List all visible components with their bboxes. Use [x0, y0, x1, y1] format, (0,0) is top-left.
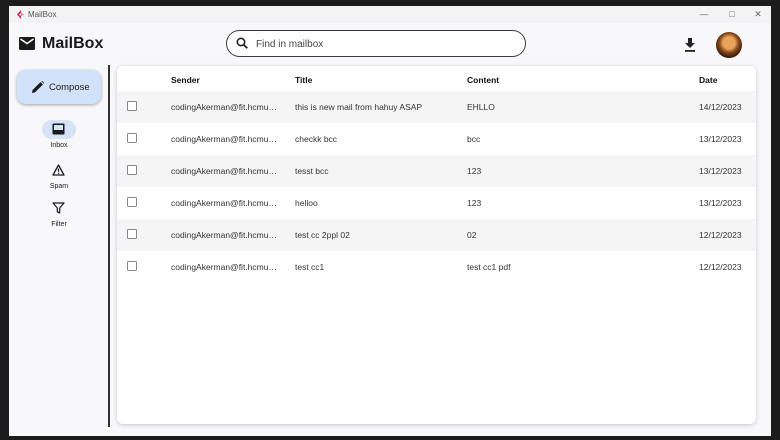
- row-checkbox[interactable]: [127, 165, 137, 175]
- search-bar[interactable]: [226, 30, 526, 57]
- mail-list: codingAkerman@fit.hcmu… this is new mail…: [117, 91, 756, 283]
- cell-title: tesst bcc: [295, 166, 329, 176]
- user-avatar[interactable]: [716, 32, 742, 58]
- sidebar-item-spam[interactable]: Spam: [34, 161, 84, 190]
- cell-date: 12/12/2023: [699, 230, 742, 240]
- window-title: MailBox: [28, 10, 57, 19]
- cell-sender: codingAkerman@fit.hcmu…: [171, 102, 277, 112]
- cell-sender: codingAkerman@fit.hcmu…: [171, 198, 277, 208]
- app-header: MailBox: [9, 23, 771, 68]
- cell-content: bcc: [467, 134, 481, 144]
- app-window: MailBox — □ ✕ MailBox C: [9, 6, 771, 436]
- minimize-button[interactable]: —: [691, 6, 717, 23]
- cell-title: test cc 2ppl 02: [295, 230, 350, 240]
- app-logo-icon: [17, 10, 24, 19]
- filter-pill: [42, 199, 76, 218]
- cell-sender: codingAkerman@fit.hcmu…: [171, 262, 277, 272]
- cell-date: 13/12/2023: [699, 166, 742, 176]
- sidebar-divider: [108, 65, 110, 427]
- cell-date: 13/12/2023: [699, 134, 742, 144]
- compose-button[interactable]: Compose: [17, 70, 101, 104]
- pencil-icon: [32, 81, 44, 93]
- table-row[interactable]: codingAkerman@fit.hcmu… this is new mail…: [117, 91, 756, 123]
- table-row[interactable]: codingAkerman@fit.hcmu… helloo 123 13/12…: [117, 187, 756, 219]
- column-header-date[interactable]: Date: [699, 75, 717, 85]
- title-bar: MailBox — □ ✕: [9, 6, 771, 23]
- maximize-button[interactable]: □: [719, 6, 745, 23]
- close-button[interactable]: ✕: [745, 6, 771, 23]
- search-icon: [236, 37, 248, 49]
- cell-title: test cc1: [295, 262, 325, 272]
- cell-sender: codingAkerman@fit.hcmu…: [171, 166, 277, 176]
- cell-date: 12/12/2023: [699, 262, 742, 272]
- mail-list-card: Sender Title Content Date codingAkerman@…: [117, 66, 756, 424]
- column-header-title[interactable]: Title: [295, 75, 312, 85]
- app-title: MailBox: [42, 35, 104, 52]
- cell-date: 13/12/2023: [699, 198, 742, 208]
- row-checkbox[interactable]: [127, 229, 137, 239]
- cell-sender: codingAkerman@fit.hcmu…: [171, 134, 277, 144]
- cell-title: checkk bcc: [295, 134, 338, 144]
- download-icon[interactable]: [684, 38, 696, 52]
- sidebar-item-label: Spam: [49, 183, 69, 190]
- cell-content: test cc1 pdf: [467, 262, 511, 272]
- row-checkbox[interactable]: [127, 133, 137, 143]
- cell-date: 14/12/2023: [699, 102, 742, 112]
- cell-content: 02: [467, 230, 477, 240]
- spam-pill: [42, 161, 76, 180]
- inbox-icon: [52, 123, 65, 135]
- table-row[interactable]: codingAkerman@fit.hcmu… tesst bcc 123 13…: [117, 155, 756, 187]
- sidebar-item-label: Filter: [51, 221, 67, 228]
- cell-title: this is new mail from hahuy ASAP: [295, 102, 423, 112]
- mail-icon: [19, 37, 35, 50]
- warning-icon: [52, 164, 65, 176]
- column-header-sender[interactable]: Sender: [171, 75, 200, 85]
- cell-sender: codingAkerman@fit.hcmu…: [171, 230, 277, 240]
- row-checkbox[interactable]: [127, 197, 137, 207]
- sidebar-item-filter[interactable]: Filter: [34, 199, 84, 228]
- cell-content: 123: [467, 166, 482, 176]
- cell-content: EHLLO: [467, 102, 495, 112]
- sidebar-item-inbox[interactable]: Inbox: [34, 120, 84, 149]
- search-input[interactable]: [254, 35, 518, 53]
- table-row[interactable]: codingAkerman@fit.hcmu… checkk bcc bcc 1…: [117, 123, 756, 155]
- sidebar-item-label: Inbox: [50, 142, 68, 149]
- column-header-content[interactable]: Content: [467, 75, 499, 85]
- filter-icon: [52, 202, 65, 214]
- inbox-pill: [42, 120, 76, 139]
- sidebar: Compose Inbox Spam Filter: [9, 68, 107, 436]
- cell-title: helloo: [295, 198, 318, 208]
- cell-content: 123: [467, 198, 482, 208]
- table-row[interactable]: codingAkerman@fit.hcmu… test cc1 test cc…: [117, 251, 756, 283]
- table-row[interactable]: codingAkerman@fit.hcmu… test cc 2ppl 02 …: [117, 219, 756, 251]
- compose-label: Compose: [49, 82, 90, 93]
- row-checkbox[interactable]: [127, 261, 137, 271]
- row-checkbox[interactable]: [127, 101, 137, 111]
- table-header: Sender Title Content Date: [117, 66, 756, 91]
